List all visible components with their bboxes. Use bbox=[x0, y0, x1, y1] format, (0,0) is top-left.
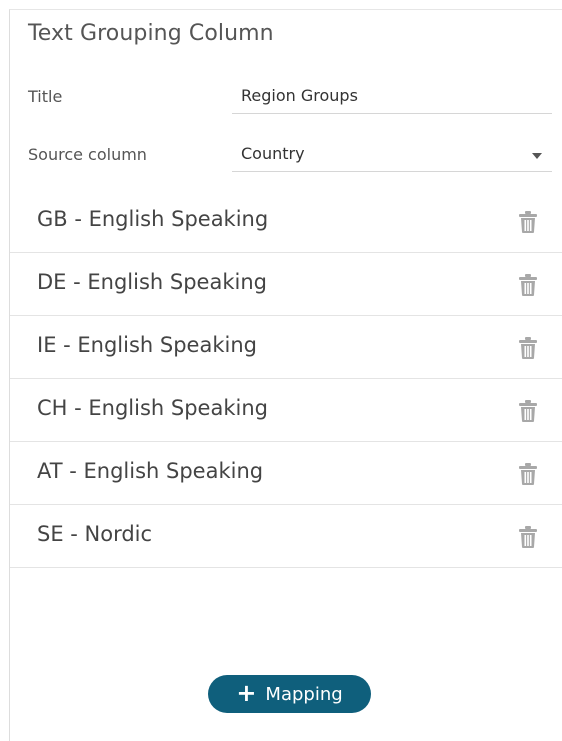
mapping-row[interactable]: GB - English Speaking bbox=[10, 190, 562, 253]
mapping-label: IE - English Speaking bbox=[37, 333, 257, 357]
text-grouping-panel: Text Grouping Column Title Region Groups… bbox=[9, 9, 562, 741]
mapping-label: AT - English Speaking bbox=[37, 459, 264, 483]
title-field-label: Title bbox=[28, 87, 63, 106]
trash-icon[interactable] bbox=[518, 525, 538, 549]
mapping-list: GB - English Speaking DE - English Speak… bbox=[10, 190, 562, 568]
mapping-row[interactable]: AT - English Speaking bbox=[10, 442, 562, 505]
trash-icon[interactable] bbox=[518, 399, 538, 423]
trash-icon[interactable] bbox=[518, 336, 538, 360]
add-mapping-label: Mapping bbox=[265, 683, 343, 705]
source-column-value[interactable]: Country bbox=[241, 144, 305, 163]
source-column-select[interactable]: Country bbox=[232, 140, 552, 172]
trash-icon[interactable] bbox=[518, 210, 538, 234]
mapping-label: CH - English Speaking bbox=[37, 396, 268, 420]
trash-icon[interactable] bbox=[518, 462, 538, 486]
mapping-label: SE - Nordic bbox=[37, 522, 153, 546]
trash-icon[interactable] bbox=[518, 273, 538, 297]
mapping-label: DE - English Speaking bbox=[37, 270, 267, 294]
plus-icon: + bbox=[236, 679, 257, 707]
title-field[interactable]: Region Groups bbox=[232, 82, 552, 114]
mapping-row[interactable]: SE - Nordic bbox=[10, 505, 562, 568]
add-mapping-button[interactable]: + Mapping bbox=[208, 675, 371, 713]
mapping-row[interactable]: IE - English Speaking bbox=[10, 316, 562, 379]
source-column-label: Source column bbox=[28, 145, 147, 164]
mapping-label: GB - English Speaking bbox=[37, 207, 269, 231]
title-field-value[interactable]: Region Groups bbox=[241, 86, 358, 105]
chevron-down-icon[interactable] bbox=[532, 153, 542, 159]
mapping-row[interactable]: CH - English Speaking bbox=[10, 379, 562, 442]
mapping-row[interactable]: DE - English Speaking bbox=[10, 253, 562, 316]
panel-title: Text Grouping Column bbox=[28, 21, 274, 46]
